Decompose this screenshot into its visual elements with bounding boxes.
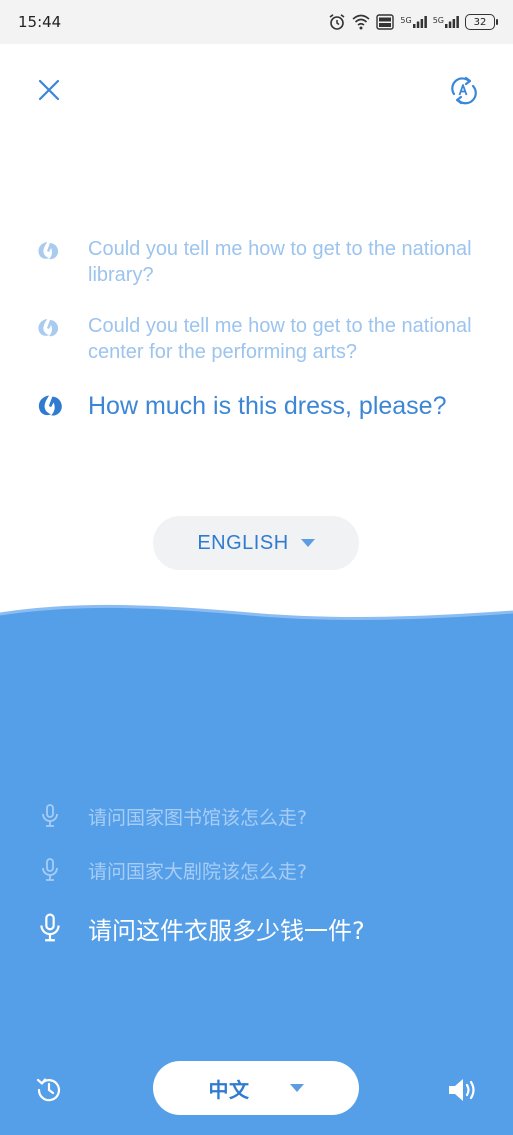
translate-logo-icon <box>36 391 64 423</box>
chinese-history-item-2[interactable]: 请问国家大剧院该怎么走? <box>36 856 496 884</box>
english-history-item-1[interactable]: Could you tell me how to get to the nati… <box>36 236 496 288</box>
swap-language-button[interactable] <box>445 72 481 108</box>
english-history-item-2[interactable]: Could you tell me how to get to the nati… <box>36 313 496 365</box>
history-button[interactable] <box>31 1072 67 1108</box>
hd-icon <box>376 14 395 30</box>
microphone-icon <box>36 858 64 882</box>
signal-icon <box>445 16 459 28</box>
close-icon <box>38 79 60 101</box>
close-button[interactable] <box>31 72 67 108</box>
microphone-icon <box>36 804 64 828</box>
chinese-current-item[interactable]: 请问这件衣服多少钱一件? <box>36 910 496 946</box>
english-current-item[interactable]: How much is this dress, please? <box>36 391 496 423</box>
source-language-selector[interactable]: ENGLISH <box>153 516 359 570</box>
microphone-icon <box>36 913 64 943</box>
status-time: 15:44 <box>18 13 62 31</box>
english-history-text: Could you tell me how to get to the nati… <box>88 238 472 286</box>
chinese-history-text: 请问国家大剧院该怎么走? <box>88 860 308 883</box>
battery-icon: 32 <box>465 14 498 30</box>
chinese-history-text: 请问国家图书馆该怎么走? <box>88 806 308 829</box>
source-language-label: ENGLISH <box>197 531 289 554</box>
translate-logo-icon <box>36 313 64 365</box>
network-1-label: 5G <box>400 16 427 28</box>
status-icons: 5G 5G 32 <box>328 13 498 31</box>
chinese-current-text: 请问这件衣服多少钱一件? <box>88 916 365 945</box>
signal-icon <box>412 16 427 28</box>
chevron-down-icon <box>300 538 315 547</box>
chevron-down-icon <box>289 1083 304 1092</box>
english-current-text: How much is this dress, please? <box>88 392 447 420</box>
target-language-label: 中文 <box>208 1079 250 1102</box>
alarm-icon <box>329 14 345 30</box>
wifi-icon <box>352 14 370 30</box>
swap-language-icon <box>451 76 477 105</box>
history-icon <box>36 1078 61 1102</box>
english-history-text: Could you tell me how to get to the nati… <box>88 315 472 363</box>
network-2-label: 5G <box>433 16 459 28</box>
target-language-selector[interactable]: 中文 <box>153 1061 359 1115</box>
chinese-history-item-1[interactable]: 请问国家图书馆该怎么走? <box>36 802 496 830</box>
speaker-button[interactable] <box>446 1072 482 1108</box>
status-bar: 15:44 5G 5G 32 <box>0 0 513 44</box>
translate-logo-icon <box>36 236 64 288</box>
speaker-icon <box>449 1079 475 1101</box>
